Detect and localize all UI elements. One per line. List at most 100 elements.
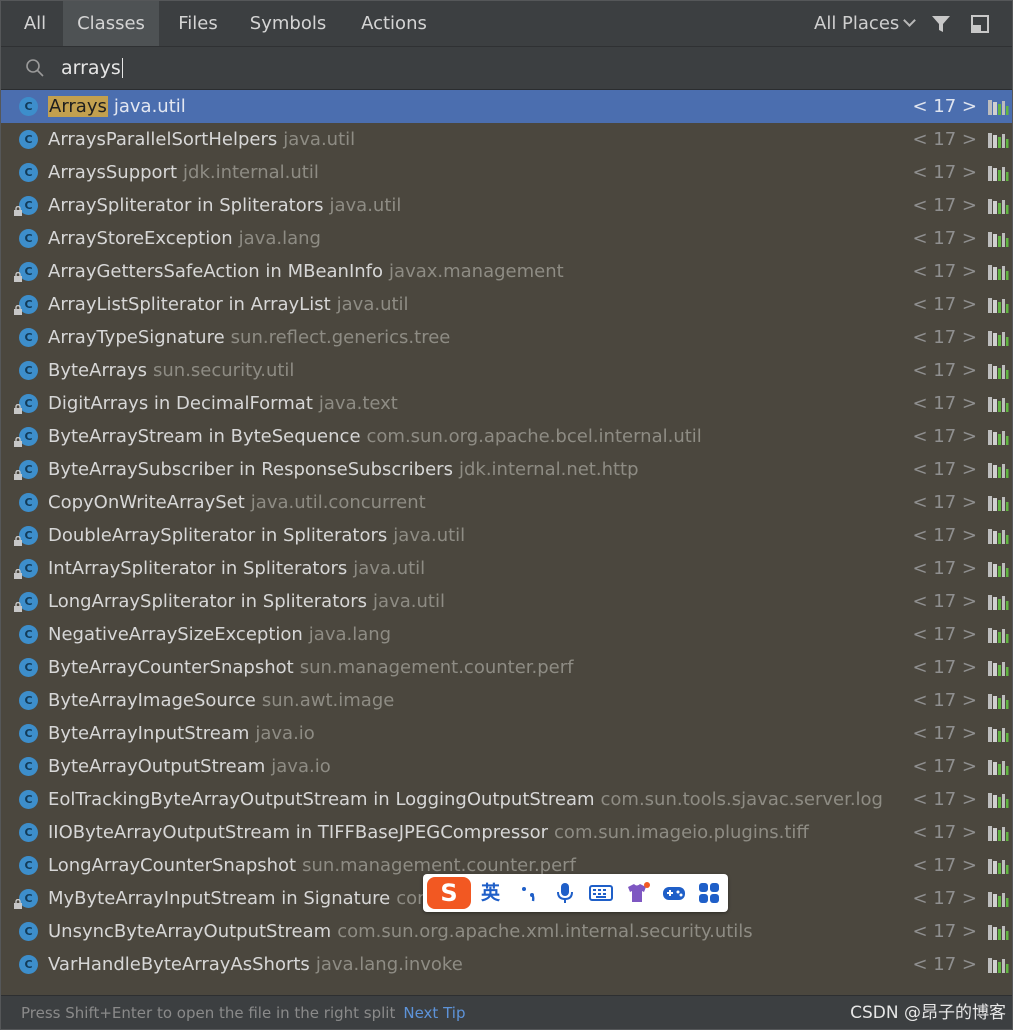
result-row[interactable]: C LongArraySpliterator in Spliterators jav… <box>1 585 1012 618</box>
result-row[interactable]: C ArrayTypeSignature sun.reflect.generics.… <box>1 321 1012 354</box>
jdk-version: < 17 > <box>912 294 977 315</box>
package-name: sun.management.counter.perf <box>299 657 574 678</box>
jdk-version: < 17 > <box>912 591 977 612</box>
result-text: UnsyncByteArrayOutputStream com.sun.org.a… <box>48 915 753 948</box>
library-icon <box>988 562 1009 577</box>
result-row[interactable]: C ArrayStoreException java.lang < 17 > <box>1 222 1012 255</box>
skin-icon[interactable] <box>625 881 651 905</box>
tab-bar: All Classes Files Symbols Actions All Pl… <box>1 1 1012 47</box>
lock-icon <box>14 602 22 612</box>
result-text: EolTrackingByteArrayOutputStream in Logg… <box>48 783 883 816</box>
class-name: ByteArrayOutputStream <box>48 756 266 777</box>
result-row[interactable]: C ByteArraySubscriber in ResponseSubscrib… <box>1 453 1012 486</box>
jdk-version: < 17 > <box>912 393 977 414</box>
result-text: DigitArrays in DecimalFormat java.text <box>48 387 398 420</box>
search-query: arrays <box>61 57 121 79</box>
result-row[interactable]: C ByteArrayOutputStream java.io < 17 > <box>1 750 1012 783</box>
result-row[interactable]: C ArraySpliterator in Spliterators java.ut… <box>1 189 1012 222</box>
tab-actions[interactable]: Actions <box>343 1 445 46</box>
lock-icon <box>14 272 22 282</box>
result-text: Arrays java.util <box>48 90 186 123</box>
result-row[interactable]: C VarHandleByteArrayAsShorts java.lang.inv… <box>1 948 1012 981</box>
tab-files[interactable]: Files <box>161 1 235 46</box>
result-row[interactable]: C NegativeArraySizeException java.lang < 17… <box>1 618 1012 651</box>
sogou-logo-icon[interactable]: S <box>427 877 471 909</box>
package-name: java.text <box>318 393 398 414</box>
search-icon <box>26 59 44 77</box>
lock-icon <box>14 536 22 546</box>
jdk-version: < 17 > <box>912 327 977 348</box>
result-row[interactable]: C ArraysSupport jdk.internal.util < 17 > <box>1 156 1012 189</box>
result-text: IntArraySpliterator in Spliterators java.… <box>48 552 425 585</box>
jdk-version: < 17 > <box>912 195 977 216</box>
class-name: ArrayGettersSafeAction in MBeanInfo <box>48 261 384 282</box>
class-icon: C <box>19 361 38 380</box>
ime-lang-toggle[interactable]: 英 <box>481 874 500 912</box>
class-icon: C <box>19 691 38 710</box>
result-row[interactable]: C ArrayGettersSafeAction in MBeanInfo java… <box>1 255 1012 288</box>
result-row[interactable]: C ArrayListSpliterator in ArrayList java.u… <box>1 288 1012 321</box>
result-row[interactable]: C IIOByteArrayOutputStream in TIFFBaseJPE… <box>1 816 1012 849</box>
result-text: ByteArraySubscriber in ResponseSubscribe… <box>48 453 639 486</box>
library-icon <box>988 892 1009 907</box>
class-name: ByteArrayCounterSnapshot <box>48 657 294 678</box>
result-row[interactable]: C ByteArrayImageSource sun.awt.image < 17 > <box>1 684 1012 717</box>
apps-grid-icon[interactable] <box>697 881 721 905</box>
tab-all[interactable]: All <box>9 1 61 46</box>
library-icon <box>988 166 1009 181</box>
jdk-version: < 17 > <box>912 96 977 117</box>
result-row[interactable]: C ByteArrayCounterSnapshot sun.management.… <box>1 651 1012 684</box>
jdk-version: < 17 > <box>912 921 977 942</box>
class-name: UnsyncByteArrayOutputStream <box>48 921 332 942</box>
result-text: ByteArrayStream in ByteSequence com.sun.o… <box>48 420 702 453</box>
class-icon: C <box>19 922 38 941</box>
package-name: com.sun.tools.sjavac.server.log <box>600 789 883 810</box>
result-text: LongArraySpliterator in Spliterators java… <box>48 585 445 618</box>
jdk-version: < 17 > <box>912 492 977 513</box>
result-row[interactable]: C ArraysParallelSortHelpers java.util < 17 … <box>1 123 1012 156</box>
result-row[interactable]: C EolTrackingByteArrayOutputStream in Log… <box>1 783 1012 816</box>
class-name: ArrayTypeSignature <box>48 327 225 348</box>
tab-symbols[interactable]: Symbols <box>237 1 339 46</box>
lock-icon <box>14 470 22 480</box>
result-row[interactable]: C ByteArrays sun.security.util < 17 > <box>1 354 1012 387</box>
jdk-version: < 17 > <box>912 789 977 810</box>
result-row[interactable]: C UnsyncByteArrayOutputStream com.sun.org.… <box>1 915 1012 948</box>
library-icon <box>988 661 1009 676</box>
gamepad-icon[interactable] <box>661 881 687 905</box>
result-row[interactable]: C IntArraySpliterator in Spliterators java… <box>1 552 1012 585</box>
result-row[interactable]: C Arrays java.util < 17 > <box>1 90 1012 123</box>
library-icon <box>988 727 1009 742</box>
result-row[interactable]: C ByteArrayInputStream java.io < 17 > <box>1 717 1012 750</box>
search-input[interactable]: arrays <box>61 47 123 89</box>
next-tip-link[interactable]: Next Tip <box>403 1004 465 1022</box>
scope-dropdown[interactable]: All Places <box>814 1 917 46</box>
class-icon: C <box>19 229 38 248</box>
package-name: java.lang <box>308 624 392 645</box>
library-icon <box>988 958 1009 973</box>
library-icon <box>988 133 1009 148</box>
result-row[interactable]: C CopyOnWriteArraySet java.util.concurrent… <box>1 486 1012 519</box>
class-name: ArraysSupport <box>48 162 178 183</box>
jdk-version: < 17 > <box>912 558 977 579</box>
library-icon <box>988 760 1009 775</box>
scope-label: All Places <box>814 13 900 34</box>
filter-icon[interactable] <box>931 14 951 34</box>
library-icon <box>988 925 1009 940</box>
tab-classes[interactable]: Classes <box>63 1 159 46</box>
result-row[interactable]: C DigitArrays in DecimalFormat java.text < … <box>1 387 1012 420</box>
class-icon: C <box>19 493 38 512</box>
punctuation-icon[interactable] <box>517 881 541 905</box>
result-row[interactable]: C DoubleArraySpliterator in Spliterators j… <box>1 519 1012 552</box>
microphone-icon[interactable] <box>553 881 577 905</box>
package-name: javax.management <box>389 261 564 282</box>
open-in-tool-window-icon[interactable] <box>970 14 990 34</box>
result-row[interactable]: C ByteArrayStream in ByteSequence com.sun.… <box>1 420 1012 453</box>
package-name: java.util <box>113 96 186 117</box>
result-text: NegativeArraySizeException java.lang <box>48 618 391 651</box>
package-name: java.util <box>353 558 426 579</box>
library-icon <box>988 199 1009 214</box>
jdk-version: < 17 > <box>912 756 977 777</box>
keyboard-icon[interactable] <box>589 881 613 905</box>
class-icon: C <box>19 856 38 875</box>
